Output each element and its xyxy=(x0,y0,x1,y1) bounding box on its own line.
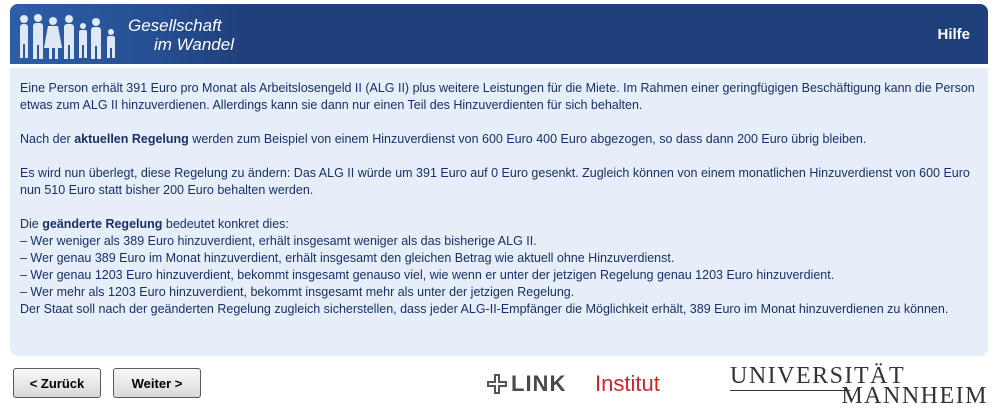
university-mannheim-logo: UNIVERSITÄT MANNHEIM xyxy=(730,363,988,409)
uni-line2: MANNHEIM xyxy=(841,383,988,409)
changed-rule-section: Die geänderte Regelung bedeutet konkret … xyxy=(20,216,978,318)
link-word: LINK xyxy=(511,371,567,396)
closing-text: Der Staat soll nach der geänderten Regel… xyxy=(20,302,949,316)
paragraph-proposal: Es wird nun überlegt, diese Regelung zu … xyxy=(20,166,970,197)
changed-rule-bold: geänderte Regelung xyxy=(42,217,163,231)
logo-line1: Gesellschaft xyxy=(128,16,222,35)
list-item: – Wer mehr als 1203 Euro hinzuverdient, … xyxy=(20,285,575,299)
uni-divider xyxy=(730,390,850,391)
link-institut-word: Institut xyxy=(595,371,660,396)
info-text-panel: Eine Person erhält 391 Euro pro Monat al… xyxy=(10,68,988,356)
people-silhouettes-icon xyxy=(20,14,115,59)
back-button[interactable]: < Zurück xyxy=(13,368,101,398)
header-bar: Gesellschaft im Wandel Hilfe xyxy=(10,4,988,64)
logo-text: Gesellschaft im Wandel xyxy=(128,16,234,54)
next-button[interactable]: Weiter > xyxy=(113,368,201,398)
help-link[interactable]: Hilfe xyxy=(937,26,970,43)
current-rule-bold: aktuellen Regelung xyxy=(74,132,189,146)
paragraph-current-rule: Nach der aktuellen Regelung werden zum B… xyxy=(20,132,867,146)
list-item: – Wer genau 1203 Euro hinzuverdient, bek… xyxy=(20,268,835,282)
logo: Gesellschaft im Wandel xyxy=(10,4,250,64)
logo-line2: im Wandel xyxy=(154,35,234,54)
list-item: – Wer weniger als 389 Euro hinzuverdient… xyxy=(20,234,537,248)
link-cross-icon xyxy=(487,374,507,394)
paragraph-intro: Eine Person erhält 391 Euro pro Monat al… xyxy=(20,81,975,112)
changed-rule-heading: Die geänderte Regelung bedeutet konkret … xyxy=(20,217,289,231)
list-item: – Wer genau 389 Euro im Monat hinzuverdi… xyxy=(20,251,675,265)
